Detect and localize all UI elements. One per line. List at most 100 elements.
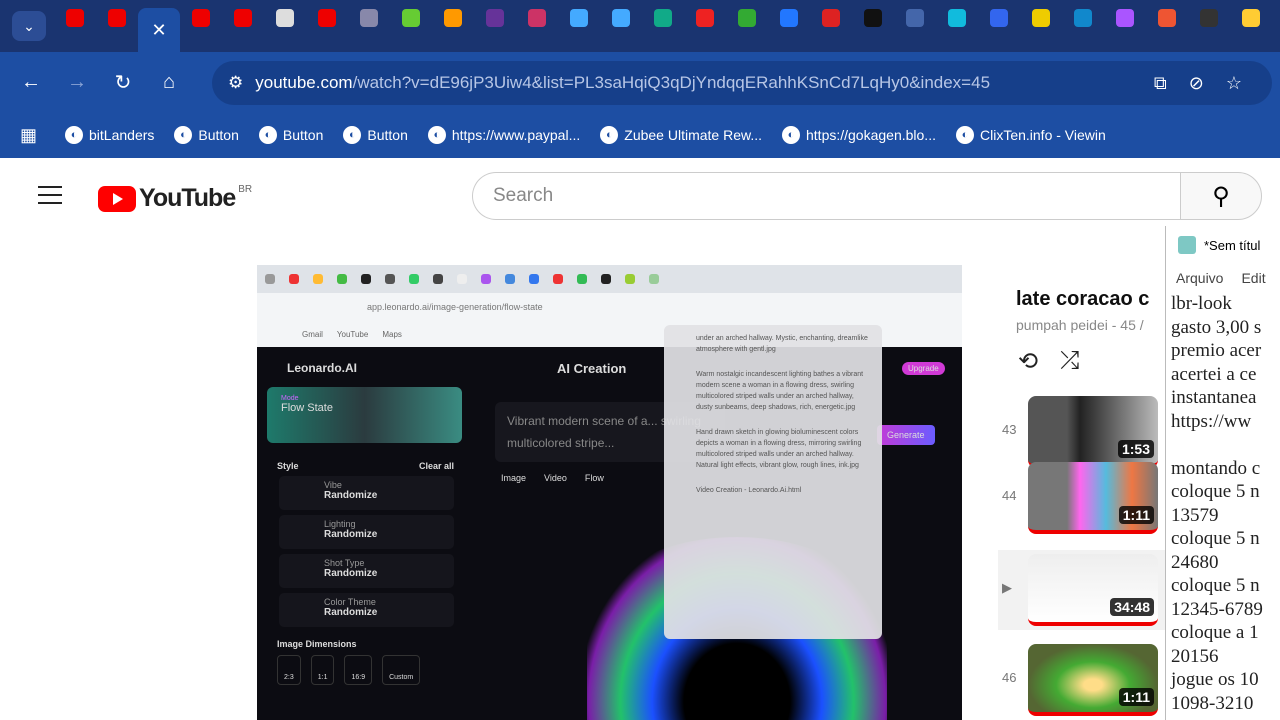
tab-favicon-icon	[276, 9, 294, 27]
bookmark-label: ClixTen.info - Viewin	[979, 127, 1106, 143]
tab-favicon-icon	[654, 9, 672, 27]
tab-favicon-icon	[528, 9, 546, 27]
video-tab-favicon	[601, 274, 611, 284]
video-thumbnail[interactable]: 34:48	[1028, 554, 1158, 626]
video-bookmark: Maps	[382, 329, 402, 339]
bookmark-item[interactable]: ◐ ClixTen.info - Viewin	[955, 126, 1106, 144]
browser-tab[interactable]	[96, 0, 138, 36]
site-info-icon[interactable]: ⚙	[228, 73, 243, 93]
bookmark-item[interactable]: ◐ https://gokagen.blo...	[782, 126, 936, 144]
bookmark-item[interactable]: ◐ Zubee Ultimate Rew...	[600, 126, 762, 144]
dimension-option: 1:1	[310, 655, 335, 685]
browser-tab[interactable]	[432, 0, 474, 36]
video-thumbnail[interactable]: 1:11	[1028, 644, 1158, 716]
menu-icon[interactable]	[38, 186, 62, 210]
video-player[interactable]: app.leonardo.ai/image-generation/flow-st…	[257, 265, 962, 720]
browser-tab[interactable]	[1230, 0, 1272, 36]
browser-tab[interactable]	[348, 0, 390, 36]
playlist-panel: late coracao c pumpah peidei - 45 / ⟲ ⤮ 4…	[998, 270, 1166, 720]
browser-toolbar: ← → ↻ ⌂ ⚙ youtube.com/watch?v=dE96jP3Uiw…	[0, 52, 1280, 112]
browser-tab[interactable]	[726, 0, 768, 36]
browser-tab[interactable]	[1188, 0, 1230, 36]
browser-tab[interactable]	[390, 0, 432, 36]
video-duration: 1:53	[1117, 440, 1154, 458]
video-thumbnail[interactable]: 1:11	[1028, 462, 1158, 534]
tab-favicon-icon	[192, 9, 210, 27]
browser-tab[interactable]	[222, 0, 264, 36]
bookmarks-bar: ▦ ◐ bitLanders ◐ Button ◐ Button ◐ Button ◐ https…	[0, 112, 1280, 158]
tab-search-button[interactable]: ⌄	[12, 11, 46, 41]
tab-favicon-icon	[738, 9, 756, 27]
browser-tab[interactable]	[1020, 0, 1062, 36]
notepad-line: 13579	[1171, 504, 1219, 526]
style-option: Color Theme Randomize	[279, 593, 454, 627]
tab-favicon-icon	[612, 9, 630, 27]
browser-tab[interactable]	[1104, 0, 1146, 36]
playlist-item[interactable]: 44 1:11	[998, 458, 1166, 538]
bookmark-item[interactable]: ◐ https://www.paypal...	[427, 126, 580, 144]
leonardo-sidebar: Mode Flow State Style Clear all Vibe Random…	[267, 387, 462, 720]
notepad-text-area[interactable]: lbr-look gasto 3,00 s premio acer acertei a…	[1166, 292, 1280, 715]
browser-tab[interactable]	[516, 0, 558, 36]
video-tab-favicon	[481, 274, 491, 284]
back-button[interactable]: ←	[8, 71, 54, 94]
browser-tab[interactable]	[810, 0, 852, 36]
home-button[interactable]: ⌂	[146, 71, 192, 94]
tab-favicon-icon	[1116, 9, 1134, 27]
bookmark-item[interactable]: ◐ bitLanders	[65, 126, 154, 144]
browser-tab[interactable]	[600, 0, 642, 36]
tab-favicon-icon	[906, 9, 924, 27]
browser-tab[interactable]	[978, 0, 1020, 36]
shuffle-icon[interactable]: ⤮	[1060, 347, 1079, 376]
bookmark-item[interactable]: ◐ Button	[343, 126, 408, 144]
playlist-item[interactable]: ▶ 34:48	[998, 550, 1166, 630]
eye-off-icon[interactable]: ⊘	[1189, 73, 1204, 94]
video-tab-favicon	[553, 274, 563, 284]
search-input[interactable]: Search	[472, 172, 1180, 220]
video-tab-favicon	[457, 274, 467, 284]
browser-tab[interactable]	[894, 0, 936, 36]
bookmark-label: Button	[282, 127, 324, 143]
browser-tab[interactable]	[54, 0, 96, 36]
reload-button[interactable]: ↻	[100, 70, 146, 95]
apps-grid-icon[interactable]: ▦	[20, 125, 37, 146]
browser-tab[interactable]	[1062, 0, 1104, 36]
menu-arquivo[interactable]: Arquivo	[1176, 270, 1223, 286]
browser-tab[interactable]	[180, 0, 222, 36]
youtube-logo[interactable]: YouTube BR	[98, 184, 252, 213]
video-tab-favicon	[385, 274, 395, 284]
download-item: under an arched hallway. Mystic, enchant…	[696, 335, 868, 353]
notepad-line: gasto 3,00 s	[1171, 316, 1262, 338]
url-domain: youtube.com	[255, 73, 353, 92]
video-tab-favicon	[289, 274, 299, 284]
loop-icon[interactable]: ⟲	[1018, 347, 1038, 376]
notepad-line: 12345-6789	[1171, 598, 1263, 620]
bookmark-star-icon[interactable]: ☆	[1226, 73, 1242, 94]
video-tab-favicon	[529, 274, 539, 284]
install-icon[interactable]: ⧉	[1154, 73, 1167, 94]
playlist-title[interactable]: late coracao c	[1016, 288, 1166, 311]
video-tab-favicon	[337, 274, 347, 284]
bookmark-item[interactable]: ◐ Button	[174, 126, 239, 144]
search-button[interactable]: ⚲	[1180, 172, 1262, 220]
browser-tab[interactable]	[558, 0, 600, 36]
browser-tab[interactable]	[852, 0, 894, 36]
video-bookmark: YouTube	[336, 329, 369, 339]
menu-editar[interactable]: Edit	[1241, 270, 1265, 286]
browser-tab[interactable]	[1146, 0, 1188, 36]
video-tab-favicon	[265, 274, 275, 284]
video-duration: 1:11	[1118, 688, 1154, 706]
browser-tab[interactable]	[474, 0, 516, 36]
bookmark-item[interactable]: ◐ Button	[258, 126, 324, 144]
browser-tab[interactable]	[684, 0, 726, 36]
browser-tab[interactable]	[306, 0, 348, 36]
browser-tab[interactable]	[936, 0, 978, 36]
forward-button[interactable]: →	[54, 71, 100, 94]
browser-tab[interactable]	[768, 0, 810, 36]
address-bar[interactable]: ⚙ youtube.com/watch?v=dE96jP3Uiw4&list=P…	[212, 61, 1272, 105]
playlist-item[interactable]: 46 1:11	[998, 640, 1166, 720]
dimension-option: 16:9	[344, 655, 373, 685]
browser-tab[interactable]	[264, 0, 306, 36]
active-tab-close-button[interactable]: ✕	[138, 8, 180, 52]
browser-tab[interactable]	[642, 0, 684, 36]
